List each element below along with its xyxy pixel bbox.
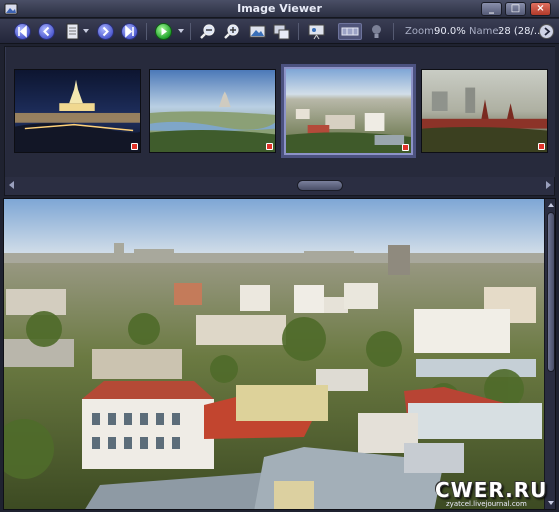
info-panel-button[interactable] (539, 24, 554, 39)
previous-image-button[interactable] (38, 23, 55, 40)
camera-raw-badge-icon (266, 143, 273, 150)
thumbnail-strip-area (6, 47, 555, 177)
thumbnail-scrollbar[interactable] (5, 177, 554, 195)
thumbnail-image (150, 70, 275, 152)
scroll-down-icon[interactable] (548, 501, 554, 505)
maximize-button[interactable]: □ (505, 2, 526, 16)
resize-icon (273, 24, 290, 40)
thumbnail-image (15, 70, 140, 152)
thumbnail-strip (4, 46, 555, 196)
thumbnail-strip-toggle[interactable] (338, 23, 362, 40)
camera-raw-badge-icon (402, 144, 409, 151)
camera-raw-badge-icon (538, 143, 545, 150)
thumbnail-image (422, 70, 547, 152)
main-scroll-thumb[interactable] (547, 212, 555, 372)
toolbar-separator (146, 23, 147, 40)
first-image-button[interactable] (14, 23, 31, 40)
slideshow-button[interactable] (155, 23, 172, 40)
thumbnail-image (286, 69, 411, 153)
scroll-right-icon[interactable] (546, 181, 551, 189)
zoom-label: Zoom: (405, 26, 438, 37)
arrow-right-icon (102, 26, 109, 37)
fit-to-window-button[interactable] (249, 23, 266, 40)
slideshow-dropdown-icon[interactable] (178, 29, 184, 33)
scroll-up-icon[interactable] (548, 203, 554, 207)
zoom-value: 90.0% (434, 26, 466, 37)
thumbnail-2[interactable] (149, 69, 276, 153)
zoom-out-button[interactable] (199, 23, 216, 40)
view-mode-button[interactable] (64, 23, 81, 40)
main-image-viewer[interactable] (3, 198, 556, 510)
zoom-out-icon (200, 24, 215, 39)
thumbnail-4[interactable] (421, 69, 548, 153)
document-icon (66, 23, 79, 40)
window-title: Image Viewer (237, 2, 322, 15)
thumbnail-scroll-thumb[interactable] (297, 180, 343, 191)
camera-raw-badge-icon (131, 143, 138, 150)
scroll-left-icon[interactable] (9, 181, 14, 189)
picture-icon (249, 25, 266, 38)
last-image-button[interactable] (121, 23, 138, 40)
toolbar: Zoom: 90.0% Name: 28 (28/... (0, 19, 559, 44)
actual-size-button[interactable] (273, 23, 290, 40)
thumbnail-1[interactable] (14, 69, 141, 153)
thumbnail-3[interactable] (284, 67, 413, 155)
minimize-button[interactable]: _ (481, 2, 502, 16)
zoom-in-icon (224, 24, 239, 39)
skip-first-icon (18, 25, 27, 38)
toolbar-separator (393, 23, 394, 40)
lightbulb-icon (372, 25, 381, 38)
zoom-in-button[interactable] (223, 23, 240, 40)
name-label: Name: (469, 26, 502, 37)
arrow-left-icon (43, 26, 50, 37)
name-value: 28 (28/... (498, 26, 544, 37)
filmstrip-icon (341, 27, 359, 36)
next-image-button[interactable] (97, 23, 114, 40)
slideshow-settings-button[interactable] (308, 23, 325, 40)
main-image (4, 199, 544, 509)
chevron-right-icon (544, 27, 551, 36)
hint-button[interactable] (368, 23, 385, 40)
main-vertical-scrollbar[interactable] (544, 199, 555, 509)
play-icon (161, 27, 167, 36)
watermark-subtext: zyatcel.livejournal.com (446, 500, 527, 508)
close-button[interactable]: × (530, 2, 551, 16)
presentation-icon (308, 24, 325, 40)
title-bar: Image Viewer _ □ × (0, 0, 559, 18)
toolbar-separator (298, 23, 299, 40)
skip-last-icon (125, 25, 134, 38)
watermark: CWER.RU (435, 478, 548, 502)
view-mode-dropdown-icon[interactable] (83, 29, 89, 33)
toolbar-separator (190, 23, 191, 40)
